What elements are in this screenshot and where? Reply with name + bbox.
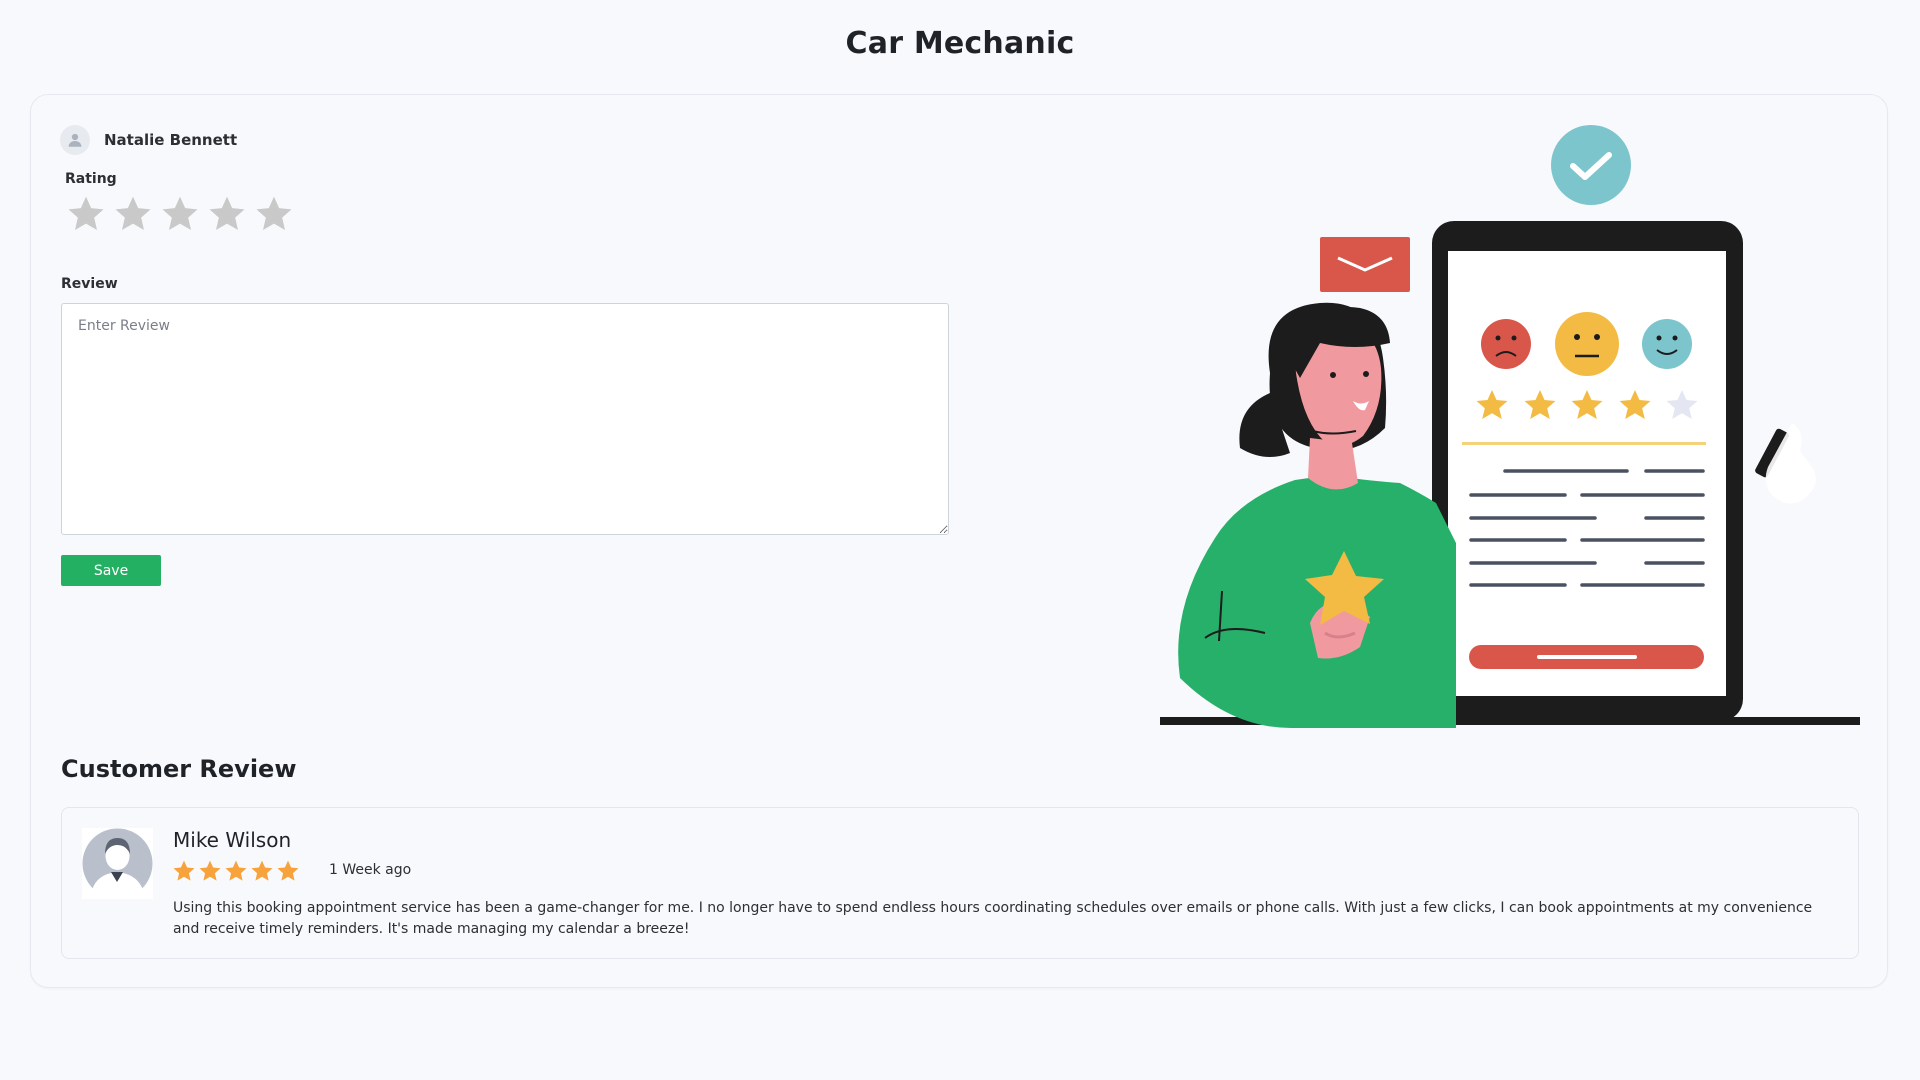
customer-review-card: Mike Wilson 1 Week ago Using this bookin…: [61, 807, 1859, 959]
customer-star-1: [173, 860, 195, 881]
rating-star-3[interactable]: [160, 194, 200, 234]
rating-star-2[interactable]: [113, 194, 153, 234]
reviewer-header: Natalie Bennett: [60, 125, 237, 155]
customer-star-2: [199, 860, 221, 881]
review-textarea[interactable]: [61, 303, 949, 535]
save-button[interactable]: Save: [61, 555, 161, 586]
customer-star-5: [277, 860, 299, 881]
customer-star-3: [225, 860, 247, 881]
rating-star-5[interactable]: [254, 194, 294, 234]
rating-stars: [66, 194, 294, 234]
rating-star-4[interactable]: [207, 194, 247, 234]
rating-label: Rating: [65, 171, 117, 187]
customer-name: Mike Wilson: [173, 828, 292, 852]
user-icon: [60, 125, 90, 155]
customer-star-4: [251, 860, 273, 881]
customer-avatar: [82, 828, 153, 899]
review-timestamp: 1 Week ago: [329, 862, 412, 878]
customer-rating-stars: [172, 859, 300, 883]
rating-review-illustration: [1160, 125, 1860, 728]
page-title: Car Mechanic: [845, 26, 1075, 61]
rating-star-1[interactable]: [66, 194, 106, 234]
customer-review-title: Customer Review: [61, 755, 297, 783]
review-label: Review: [61, 276, 118, 292]
user-icon-glyph: [68, 133, 82, 147]
review-text: Using this booking appointment service h…: [173, 900, 1813, 937]
reviewer-name: Natalie Bennett: [104, 131, 238, 149]
